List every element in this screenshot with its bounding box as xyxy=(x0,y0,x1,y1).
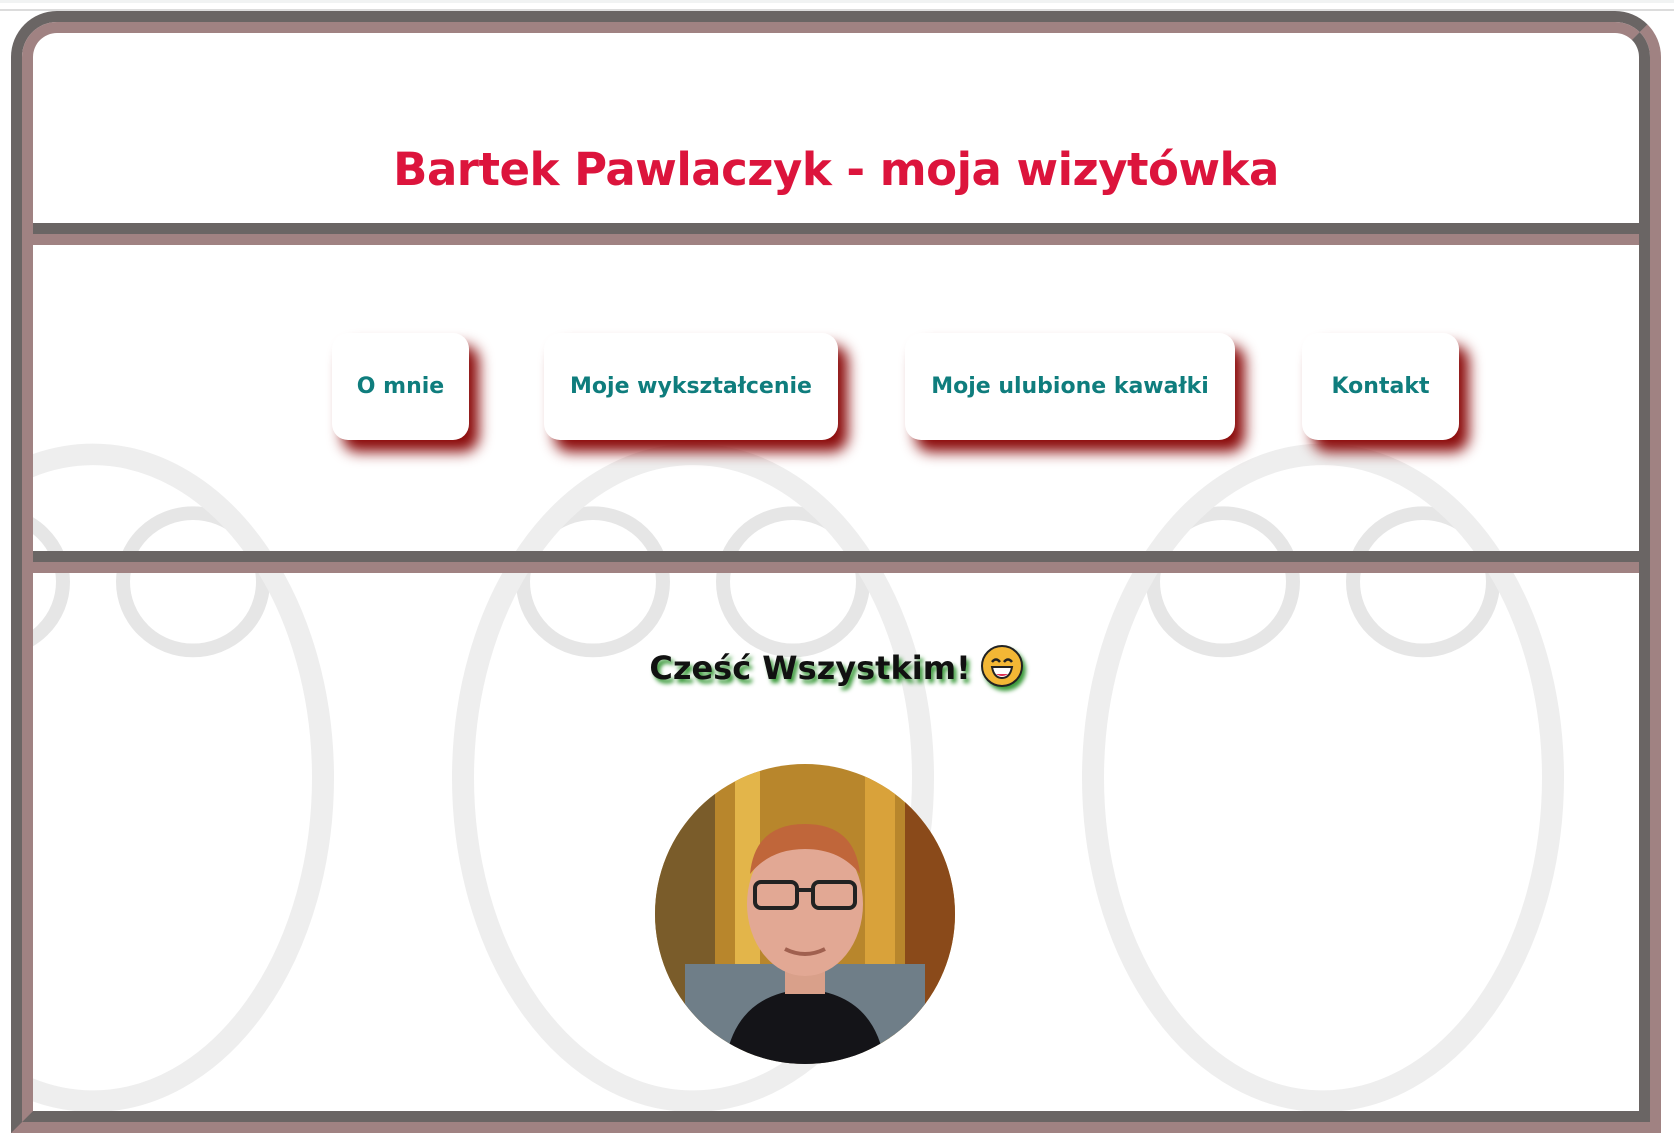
nav-button-wyksztalcenie[interactable]: Moje wykształcenie xyxy=(544,333,838,440)
profile-photo xyxy=(655,764,955,1064)
nav-button-ulubione-kawalki[interactable]: Moje ulubione kawałki xyxy=(905,333,1235,440)
header-divider xyxy=(33,223,1639,245)
page-title: Bartek Pawlaczyk - moja wizytówka xyxy=(393,143,1279,196)
nav-divider xyxy=(33,551,1639,573)
nav-button-o-mnie[interactable]: O mnie xyxy=(332,333,469,440)
greeting-text: Cześć Wszystkim! xyxy=(649,649,971,687)
grinning-face-icon xyxy=(980,645,1023,687)
page-content: Bartek Pawlaczyk - moja wizytówka O mnie… xyxy=(22,22,1650,1122)
greeting-heading: Cześć Wszystkim! xyxy=(33,645,1639,687)
browser-top-strip xyxy=(0,0,1674,3)
page-frame: Bartek Pawlaczyk - moja wizytówka O mnie… xyxy=(11,11,1661,1133)
nav-button-kontakt[interactable]: Kontakt xyxy=(1302,333,1459,440)
